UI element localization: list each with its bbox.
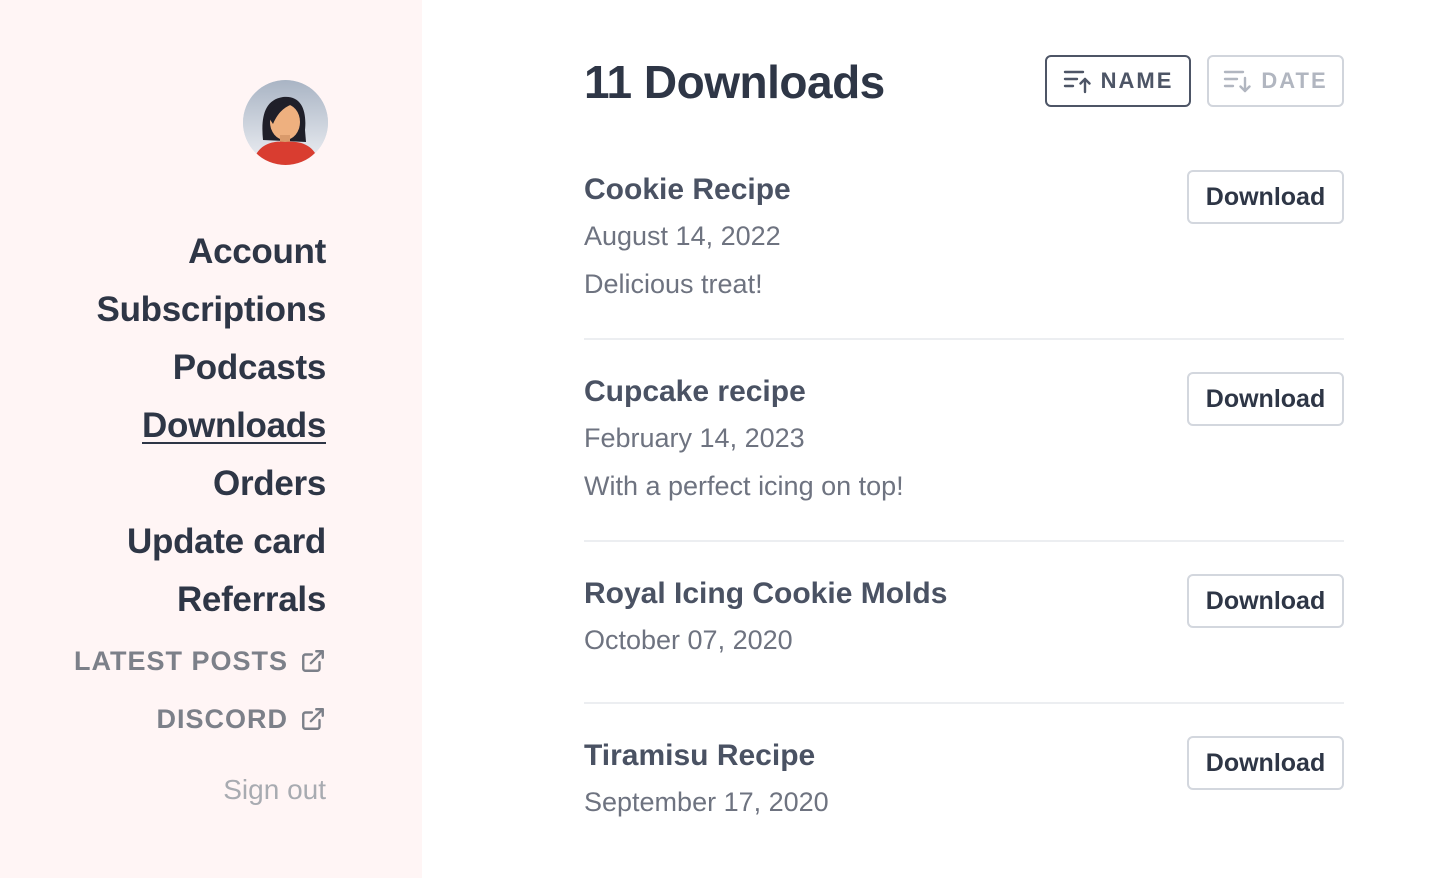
download-button[interactable]: Download <box>1187 736 1344 790</box>
download-date: September 17, 2020 <box>584 787 829 817</box>
download-date: October 07, 2020 <box>584 625 793 655</box>
download-description: Delicious treat! <box>584 269 763 299</box>
download-date: February 14, 2023 <box>584 423 805 453</box>
download-description: With a perfect icing on top! <box>584 471 904 501</box>
user-avatar-icon <box>243 80 328 165</box>
sort-name-label: NAME <box>1100 68 1174 93</box>
download-date: August 14, 2022 <box>584 221 781 251</box>
sort-by-date-button[interactable]: DATE <box>1207 55 1344 107</box>
divider <box>584 338 1344 340</box>
sidebar-item-subscriptions[interactable]: Subscriptions <box>97 290 327 330</box>
sort-by-name-button[interactable]: NAME <box>1045 55 1191 107</box>
external-link-icon <box>302 708 324 730</box>
download-title: Royal Icing Cookie Molds <box>584 577 948 610</box>
sort-ascending-icon <box>1063 70 1091 94</box>
download-title: Cookie Recipe <box>584 173 791 206</box>
external-link-icon <box>302 650 324 672</box>
sign-out-link[interactable]: Sign out <box>223 774 326 806</box>
download-button[interactable]: Download <box>1187 170 1344 224</box>
sidebar-item-podcasts[interactable]: Podcasts <box>173 348 327 388</box>
download-button[interactable]: Download <box>1187 372 1344 426</box>
download-title: Tiramisu Recipe <box>584 739 816 772</box>
sort-descending-icon <box>1224 70 1252 93</box>
sidebar-item-downloads[interactable]: Downloads <box>142 406 326 446</box>
download-title: Cupcake recipe <box>584 375 806 408</box>
sidebar-item-account[interactable]: Account <box>188 232 326 272</box>
download-button[interactable]: Download <box>1187 574 1344 628</box>
sort-date-label: DATE <box>1261 68 1328 93</box>
sidebar-item-update-card[interactable]: Update card <box>127 522 326 562</box>
sidebar-item-orders[interactable]: Orders <box>213 464 326 504</box>
page-title: 11 Downloads <box>584 56 885 108</box>
sidebar-item-referrals[interactable]: Referrals <box>177 580 326 620</box>
sidebar-link-label: LATEST POSTS <box>73 646 288 676</box>
divider <box>584 702 1344 704</box>
divider <box>584 540 1344 542</box>
main-content: 11 Downloads NAME DATE Cookie Recipe Aug… <box>584 0 1344 878</box>
sidebar-link-label: DISCORD <box>156 704 288 734</box>
sidebar-link-discord[interactable]: DISCORD <box>156 703 326 735</box>
sidebar: Account Subscriptions Podcasts Downloads… <box>0 0 422 878</box>
sidebar-link-latest-posts[interactable]: LATEST POSTS <box>74 645 326 677</box>
avatar[interactable] <box>243 80 328 165</box>
